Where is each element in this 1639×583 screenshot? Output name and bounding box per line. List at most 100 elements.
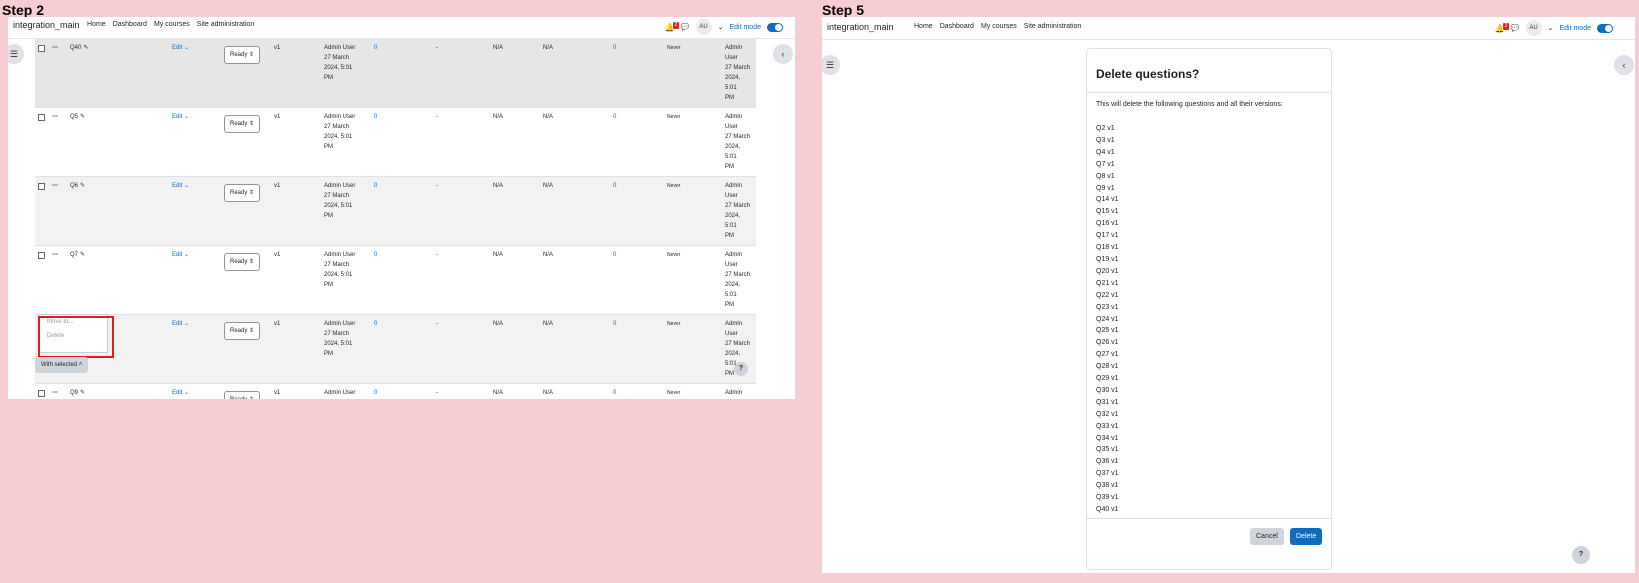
edit-mode-toggle[interactable] bbox=[1597, 23, 1613, 33]
edit-menu-link[interactable]: Edit bbox=[172, 183, 182, 189]
notifications-bell-icon[interactable]: 🔔 2 bbox=[1495, 22, 1509, 33]
sort-icon: ⇕ bbox=[249, 190, 255, 196]
table-row: ⋯ Q7 ✎ Edit ⌄ Ready ⇕ v1 Admin User 27 March 202… bbox=[35, 245, 756, 315]
status-select[interactable]: Ready ⇕ bbox=[224, 46, 261, 64]
facility-index: - bbox=[436, 321, 438, 327]
question-name[interactable]: Q5 bbox=[70, 114, 78, 120]
right-drawer-chevron-icon[interactable]: ‹ bbox=[773, 44, 793, 64]
help-button[interactable]: ? bbox=[1572, 546, 1590, 564]
facility-index: - bbox=[436, 114, 438, 120]
usage-count[interactable]: 0 bbox=[613, 321, 616, 327]
usage-count[interactable]: 0 bbox=[613, 390, 616, 396]
pencil-icon[interactable]: ✎ bbox=[80, 183, 85, 189]
edit-menu-link[interactable]: Edit bbox=[172, 321, 182, 327]
comments-count[interactable]: 0 bbox=[374, 252, 377, 258]
list-item: Q16 v1 bbox=[1096, 220, 1119, 228]
with-selected-label: With selected bbox=[41, 362, 78, 368]
messages-icon[interactable]: 💬 bbox=[681, 23, 690, 31]
list-item: Q18 v1 bbox=[1096, 244, 1119, 252]
edit-mode-toggle[interactable] bbox=[767, 22, 783, 32]
created-date: 27 March bbox=[324, 55, 350, 61]
modified-by: Admin User bbox=[725, 45, 743, 61]
site-brand[interactable]: integration_main bbox=[827, 22, 894, 32]
pencil-icon[interactable]: ✎ bbox=[80, 114, 85, 120]
chevron-down-icon[interactable]: ⌄ bbox=[184, 321, 189, 327]
usage-count[interactable]: 0 bbox=[613, 114, 616, 120]
edit-menu-link[interactable]: Edit bbox=[172, 252, 182, 258]
right-drawer-chevron-icon[interactable]: ‹ bbox=[1614, 55, 1634, 75]
notifications-bell-icon[interactable]: 🔔 2 bbox=[665, 21, 679, 32]
drag-handle-icon[interactable]: ⋯ bbox=[52, 114, 58, 120]
list-item: Q2 v1 bbox=[1096, 125, 1115, 132]
row-checkbox[interactable] bbox=[38, 45, 45, 52]
drag-handle-icon[interactable]: ⋯ bbox=[52, 252, 58, 258]
comments-count[interactable]: 0 bbox=[374, 321, 377, 327]
chevron-down-icon[interactable]: ⌄ bbox=[184, 252, 189, 258]
drag-handle-icon[interactable]: ⋯ bbox=[52, 45, 58, 51]
user-avatar[interactable]: AU bbox=[695, 19, 712, 35]
help-button[interactable]: ? bbox=[734, 362, 748, 376]
nav-home[interactable]: Home bbox=[914, 23, 933, 30]
course-index-drawer-icon[interactable]: ☰ bbox=[822, 55, 840, 75]
question-name[interactable]: Q40 bbox=[70, 45, 81, 51]
comments-count[interactable]: 0 bbox=[374, 114, 377, 120]
nav-my-courses[interactable]: My courses bbox=[154, 21, 190, 28]
chevron-down-icon[interactable]: ⌄ bbox=[1548, 24, 1554, 32]
delete-button[interactable]: Delete bbox=[1290, 528, 1323, 545]
usage-count[interactable]: 0 bbox=[613, 45, 616, 51]
chevron-down-icon[interactable]: ⌄ bbox=[184, 183, 189, 189]
modified-by: Admin User bbox=[725, 321, 743, 337]
site-brand[interactable]: integration_main bbox=[13, 20, 80, 30]
status-select[interactable]: Ready ⇕ bbox=[224, 115, 261, 133]
question-name[interactable]: Q6 bbox=[70, 183, 78, 189]
pencil-icon[interactable]: ✎ bbox=[80, 252, 85, 258]
nav-dashboard[interactable]: Dashboard bbox=[113, 21, 147, 28]
nav-site-administration[interactable]: Site administration bbox=[1024, 23, 1082, 30]
status-select[interactable]: Ready ⇕ bbox=[224, 184, 261, 202]
modified-year: 2024, 5:01 bbox=[725, 144, 741, 160]
modified-by: Admin User bbox=[725, 183, 743, 199]
table-row: ⋯ Q5 ✎ Edit ⌄ Ready ⇕ v1 Admin User 27 March 202… bbox=[35, 107, 756, 177]
row-checkbox[interactable] bbox=[38, 183, 45, 190]
question-name[interactable]: Q7 bbox=[70, 252, 78, 258]
row-checkbox[interactable] bbox=[38, 252, 45, 259]
table-row: ⋯ Q6 ✎ Edit ⌄ Ready ⇕ v1 Admin User 27 March 202… bbox=[35, 176, 756, 246]
cancel-button[interactable]: Cancel bbox=[1250, 528, 1284, 545]
list-item: Q33 v1 bbox=[1096, 422, 1119, 430]
nav-my-courses[interactable]: My courses bbox=[981, 23, 1017, 30]
status-select[interactable]: Ready ⇕ bbox=[224, 391, 261, 399]
chevron-down-icon[interactable]: ⌄ bbox=[184, 45, 189, 51]
pencil-icon[interactable]: ✎ bbox=[80, 390, 85, 396]
step-label-right: Step 5 bbox=[822, 2, 865, 18]
edit-menu-link[interactable]: Edit bbox=[172, 114, 182, 120]
list-item: Q34 v1 bbox=[1096, 434, 1119, 442]
with-selected-button[interactable]: With selected ˄ bbox=[35, 357, 89, 373]
edit-menu-link[interactable]: Edit bbox=[172, 390, 182, 396]
chevron-down-icon[interactable]: ⌄ bbox=[718, 23, 724, 31]
usage-count[interactable]: 0 bbox=[613, 183, 616, 189]
status-select[interactable]: Ready ⇕ bbox=[224, 253, 261, 271]
pencil-icon[interactable]: ✎ bbox=[83, 45, 88, 51]
edit-menu-link[interactable]: Edit bbox=[172, 45, 182, 51]
nav-site-administration[interactable]: Site administration bbox=[197, 21, 255, 28]
row-checkbox[interactable] bbox=[38, 114, 45, 121]
question-name[interactable]: Q9 bbox=[70, 390, 78, 396]
row-checkbox[interactable] bbox=[38, 390, 45, 397]
nav-dashboard[interactable]: Dashboard bbox=[940, 23, 974, 30]
user-avatar[interactable]: AU bbox=[1525, 20, 1542, 36]
status-select[interactable]: Ready ⇕ bbox=[224, 322, 261, 340]
nav-home[interactable]: Home bbox=[87, 21, 106, 28]
comments-count[interactable]: 0 bbox=[374, 45, 377, 51]
course-index-drawer-icon[interactable]: ☰ bbox=[8, 44, 24, 64]
comments-count[interactable]: 0 bbox=[374, 390, 377, 396]
created-date: 27 March bbox=[324, 398, 368, 399]
messages-icon[interactable]: 💬 bbox=[1511, 24, 1520, 32]
chevron-down-icon[interactable]: ⌄ bbox=[184, 390, 189, 396]
usage-count[interactable]: 0 bbox=[613, 252, 616, 258]
drag-handle-icon[interactable]: ⋯ bbox=[52, 390, 58, 396]
drag-handle-icon[interactable]: ⋯ bbox=[52, 183, 58, 189]
list-item: Q19 v1 bbox=[1096, 255, 1119, 263]
comments-count[interactable]: 0 bbox=[374, 183, 377, 189]
modified-ampm: PM bbox=[725, 302, 734, 308]
chevron-down-icon[interactable]: ⌄ bbox=[184, 114, 189, 120]
